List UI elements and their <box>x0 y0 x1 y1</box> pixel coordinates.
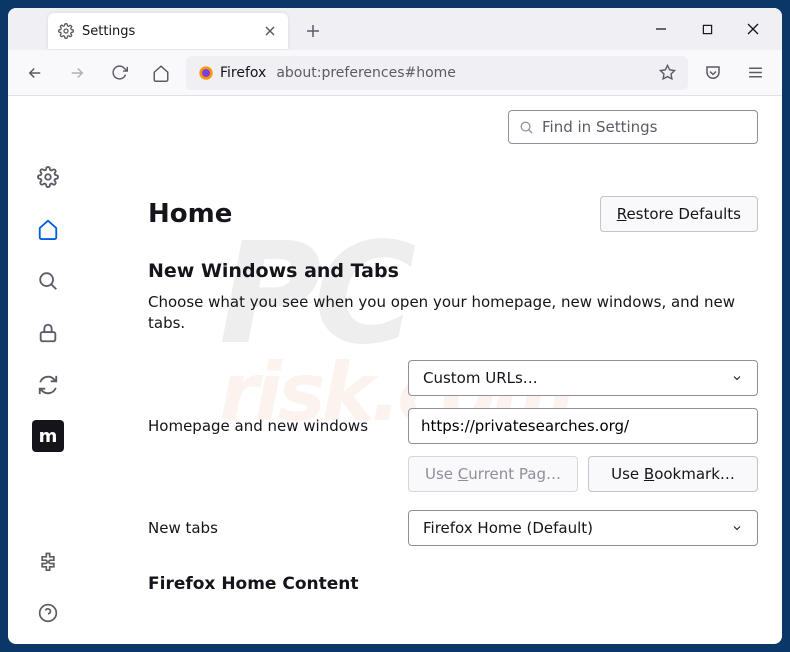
urlbar-url: about:preferences#home <box>276 65 649 81</box>
sidebar-more-mozilla[interactable]: m <box>32 420 64 452</box>
sidebar-search[interactable] <box>27 260 69 302</box>
homepage-url-input[interactable] <box>408 408 758 444</box>
gear-icon <box>58 23 74 39</box>
window-controls <box>638 8 776 50</box>
settings-sidebar: m <box>8 96 88 644</box>
sidebar-privacy[interactable] <box>27 312 69 354</box>
homepage-mode-select[interactable]: Custom URLs… <box>408 360 758 396</box>
pocket-button[interactable] <box>696 56 730 90</box>
app-menu-button[interactable] <box>738 56 772 90</box>
search-icon <box>519 120 534 135</box>
tab-bar: Settings <box>8 8 782 50</box>
bookmark-star-icon[interactable] <box>659 64 676 81</box>
use-current-pages-button[interactable]: Use Current Pages <box>408 456 578 492</box>
firefox-home-content-heading: Firefox Home Content <box>148 574 758 594</box>
toolbar: Firefox about:preferences#home <box>8 50 782 96</box>
new-tab-button[interactable] <box>298 16 328 46</box>
sidebar-help[interactable] <box>27 592 69 634</box>
section-heading: New Windows and Tabs <box>148 260 758 282</box>
url-bar[interactable]: Firefox about:preferences#home <box>186 56 688 90</box>
minimize-button[interactable] <box>638 11 684 47</box>
sidebar-general[interactable] <box>27 156 69 198</box>
newtabs-label: New tabs <box>148 519 408 537</box>
browser-tab[interactable]: Settings <box>48 13 288 49</box>
sidebar-sync[interactable] <box>27 364 69 406</box>
firefox-logo-icon <box>198 65 214 81</box>
use-bookmark-button[interactable]: Use Bookmark… <box>588 456 758 492</box>
close-window-button[interactable] <box>730 11 776 47</box>
urlbar-brand: Firefox <box>220 65 266 81</box>
chevron-down-icon <box>731 372 743 384</box>
newtabs-value: Firefox Home (Default) <box>423 519 593 537</box>
home-button[interactable] <box>144 56 178 90</box>
page-title: Home <box>148 199 232 229</box>
sidebar-home[interactable] <box>27 208 69 250</box>
reload-button[interactable] <box>102 56 136 90</box>
settings-main: Find in Settings Home Restore Defaults N… <box>88 96 782 644</box>
forward-button[interactable] <box>60 56 94 90</box>
newtabs-select[interactable]: Firefox Home (Default) <box>408 510 758 546</box>
homepage-mode-value: Custom URLs… <box>423 369 538 387</box>
tab-title: Settings <box>82 24 254 39</box>
back-button[interactable] <box>18 56 52 90</box>
urlbar-identity: Firefox <box>198 65 266 81</box>
chevron-down-icon <box>731 522 743 534</box>
close-tab-icon[interactable] <box>262 23 278 39</box>
restore-defaults-button[interactable]: Restore Defaults <box>600 196 758 232</box>
section-subtext: Choose what you see when you open your h… <box>148 292 758 334</box>
find-placeholder: Find in Settings <box>542 118 657 136</box>
homepage-label: Homepage and new windows <box>148 417 408 435</box>
sidebar-extensions[interactable] <box>27 540 69 582</box>
find-in-settings[interactable]: Find in Settings <box>508 110 758 144</box>
maximize-button[interactable] <box>684 11 730 47</box>
